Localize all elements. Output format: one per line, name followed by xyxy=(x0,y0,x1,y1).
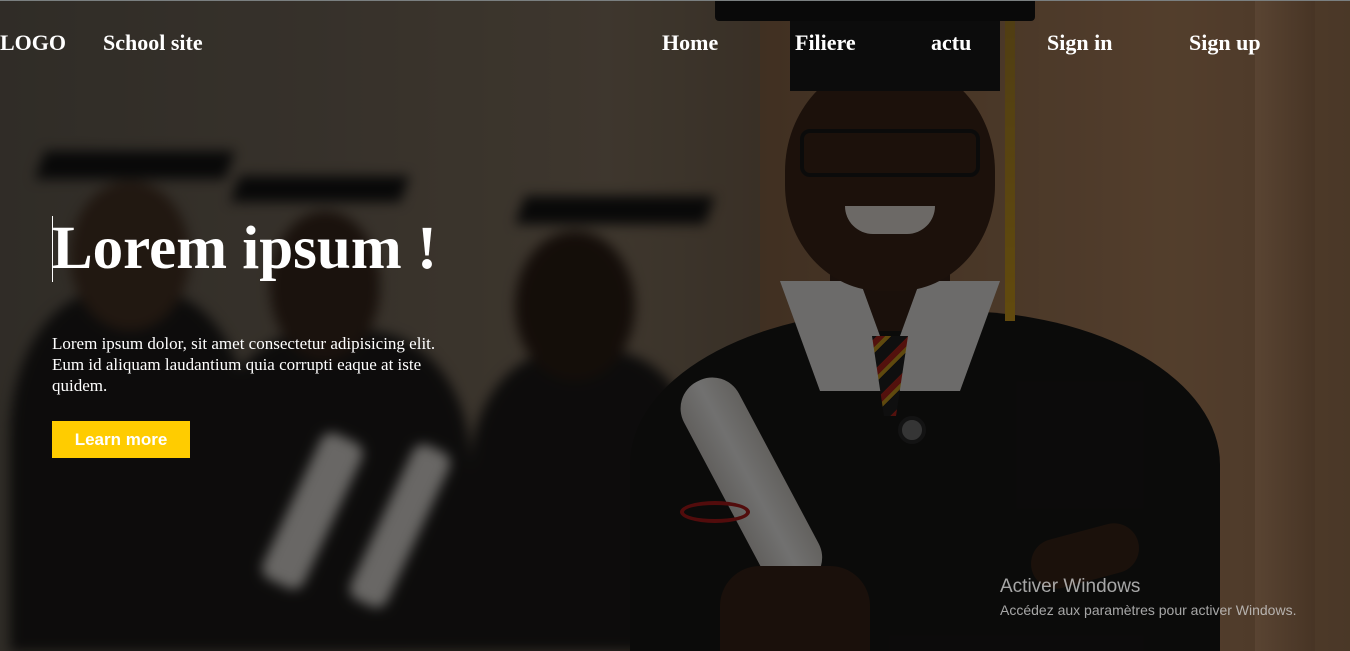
site-logo[interactable]: LOGO xyxy=(0,30,66,56)
windows-activation-watermark: Activer Windows Accédez aux paramètres p… xyxy=(1000,576,1296,620)
site-name: School site xyxy=(103,30,203,55)
learn-more-button[interactable]: Learn more xyxy=(52,421,190,458)
nav-link-sign-in[interactable]: Sign in xyxy=(1047,30,1112,56)
hero-description: Lorem ipsum dolor, sit amet consectetur … xyxy=(52,334,436,395)
watermark-subtitle: Accédez aux paramètres pour activer Wind… xyxy=(1000,602,1297,618)
nav-link-sign-up[interactable]: Sign up xyxy=(1189,30,1261,56)
hero-title: Lorem ipsum ! xyxy=(52,215,438,282)
nav-link-home[interactable]: Home xyxy=(662,30,718,56)
nav-link-actu[interactable]: actu xyxy=(931,30,971,56)
top-navigation: LOGO School site Home Filiere actu Sign … xyxy=(0,1,1350,86)
watermark-title: Activer Windows xyxy=(1000,576,1141,597)
hero-dark-overlay xyxy=(0,1,1350,651)
nav-link-filiere[interactable]: Filiere xyxy=(795,30,856,56)
